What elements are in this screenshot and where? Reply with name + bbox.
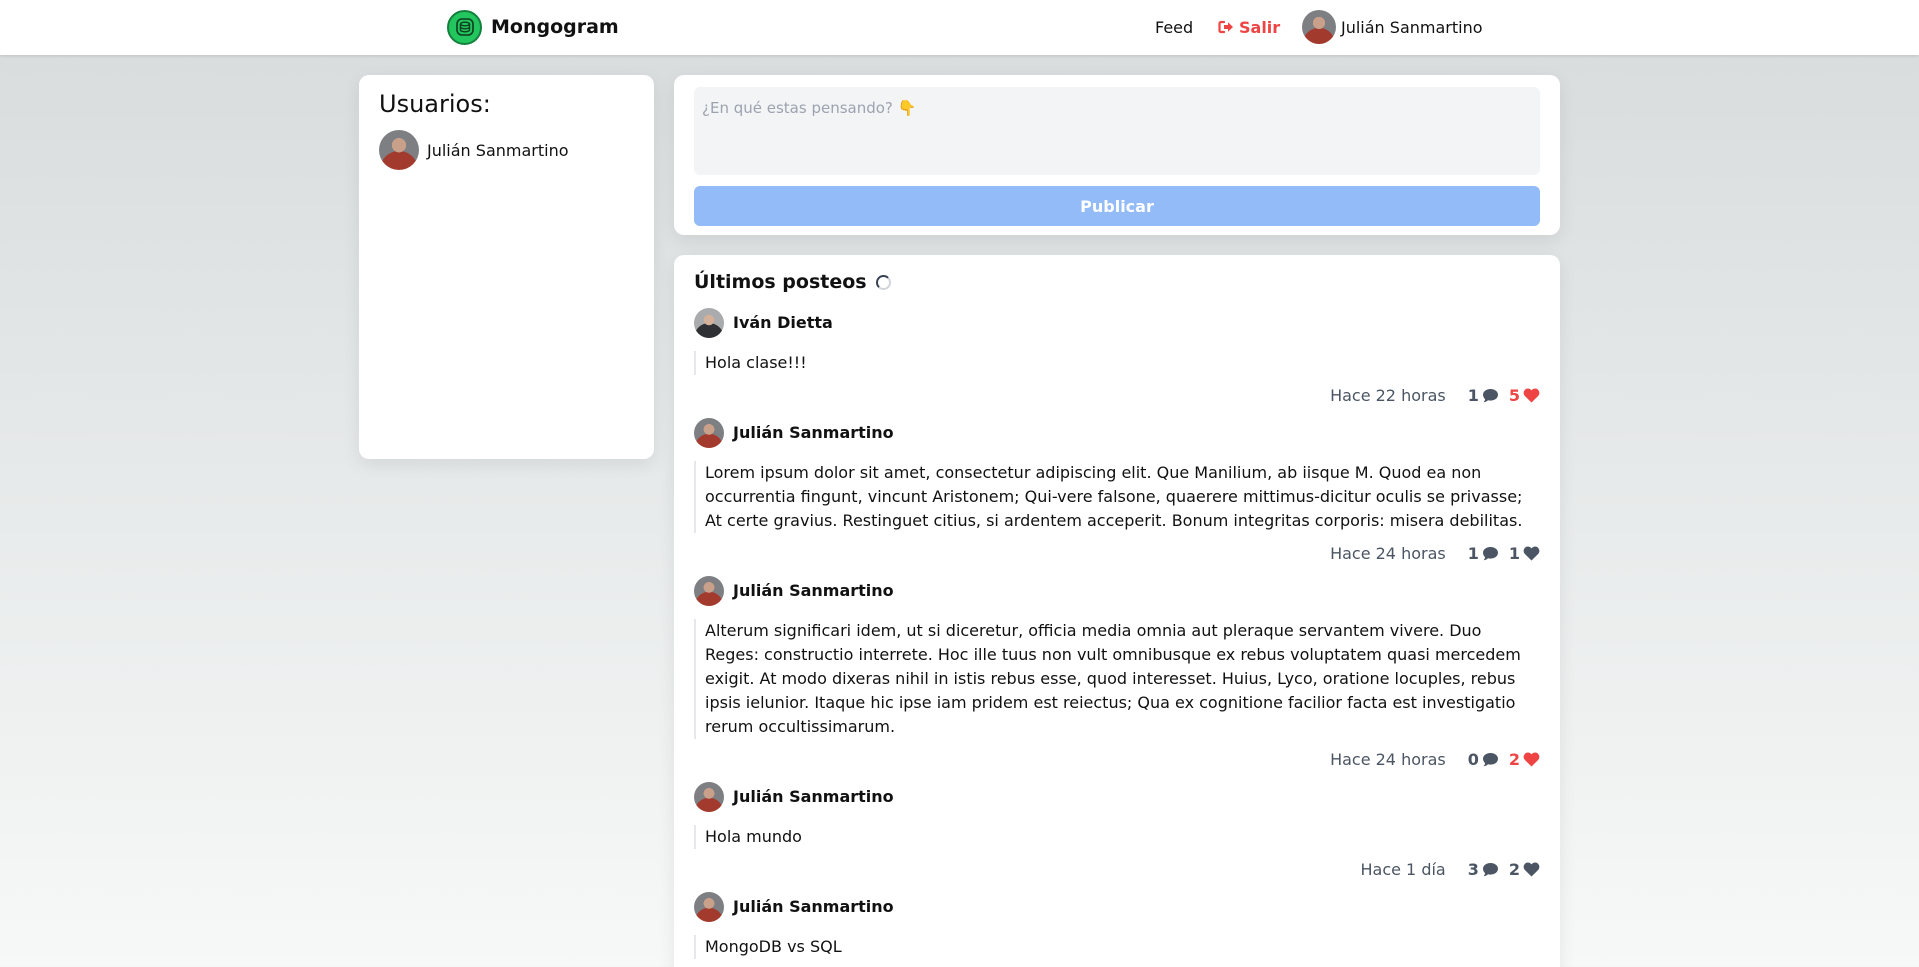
brand-name: Mongogram — [491, 16, 619, 38]
post-body: Hola mundo — [694, 825, 1540, 849]
comment-count-button[interactable]: 3 — [1468, 860, 1499, 879]
post-header: Julián Sanmartino — [694, 417, 1540, 448]
user-name: Julián Sanmartino — [427, 140, 569, 160]
post-header: Julián Sanmartino — [694, 781, 1540, 812]
loading-spinner-icon — [875, 274, 891, 290]
heart-icon — [1523, 752, 1540, 766]
nav-user-name: Julián Sanmartino — [1341, 17, 1483, 37]
feed-title-text: Últimos posteos — [694, 271, 867, 293]
avatar — [1302, 10, 1336, 44]
avatar — [694, 417, 724, 448]
avatar — [694, 781, 724, 812]
brand-link[interactable]: Mongogram — [447, 9, 619, 45]
comment-count: 0 — [1467, 749, 1479, 769]
top-navbar: Mongogram Feed Salir Julián Sanmartino — [0, 0, 1919, 55]
comment-icon — [1482, 862, 1498, 876]
post-footer: Hace 1 día 3 2 — [694, 857, 1540, 881]
post-item: Julián Sanmartino Lorem ipsum dolor sit … — [694, 417, 1540, 565]
post-list: Iván Dietta Hola clase!!! Hace 22 horas … — [694, 307, 1540, 959]
nav-feed-link[interactable]: Feed — [1155, 10, 1193, 44]
comment-count-button[interactable]: 0 — [1468, 750, 1499, 769]
avatar — [694, 891, 724, 922]
post-body: MongoDB vs SQL — [694, 935, 1540, 959]
post-item: Julián Sanmartino MongoDB vs SQL — [694, 891, 1540, 959]
comment-icon — [1482, 752, 1498, 766]
post-composer: Publicar — [674, 75, 1560, 235]
post-header: Iván Dietta — [694, 307, 1540, 338]
avatar — [694, 307, 724, 338]
post-header: Julián Sanmartino — [694, 891, 1540, 922]
post-author[interactable]: Julián Sanmartino — [733, 787, 894, 806]
post-author[interactable]: Julián Sanmartino — [733, 897, 894, 916]
heart-icon — [1523, 388, 1540, 402]
post-footer: Hace 24 horas 0 2 — [694, 747, 1540, 771]
nav-user-profile[interactable]: Julián Sanmartino — [1302, 10, 1483, 44]
comment-count: 1 — [1467, 385, 1479, 405]
avatar — [379, 130, 419, 170]
comment-count-button[interactable]: 1 — [1468, 544, 1499, 563]
post-body: Hola clase!!! — [694, 351, 1540, 375]
sign-out-icon — [1218, 20, 1233, 34]
comment-icon — [1482, 546, 1498, 560]
users-title: Usuarios: — [379, 90, 491, 118]
post-timestamp: Hace 22 horas — [1330, 385, 1446, 405]
post-footer: Hace 22 horas 1 5 — [694, 383, 1540, 407]
post-author[interactable]: Julián Sanmartino — [733, 581, 894, 600]
user-list-item[interactable]: Julián Sanmartino — [379, 130, 634, 170]
comment-count: 3 — [1467, 859, 1479, 879]
like-button[interactable]: 1 — [1509, 544, 1540, 563]
post-item: Julián Sanmartino Hola mundo Hace 1 día … — [694, 781, 1540, 881]
users-panel: Usuarios: Julián Sanmartino — [359, 75, 654, 459]
logout-button[interactable]: Salir — [1218, 10, 1280, 44]
like-button[interactable]: 5 — [1509, 386, 1540, 405]
comment-count-button[interactable]: 1 — [1468, 386, 1499, 405]
post-header: Julián Sanmartino — [694, 575, 1540, 606]
feed-title: Últimos posteos — [694, 267, 1540, 297]
post-item: Iván Dietta Hola clase!!! Hace 22 horas … — [694, 307, 1540, 407]
like-count: 2 — [1508, 749, 1520, 769]
post-timestamp: Hace 24 horas — [1330, 543, 1446, 563]
post-author[interactable]: Iván Dietta — [733, 313, 833, 332]
like-count: 5 — [1508, 385, 1520, 405]
like-count: 2 — [1508, 859, 1520, 879]
feed-panel: Últimos posteos Iván Dietta Hola clase!!… — [674, 255, 1560, 967]
post-timestamp: Hace 1 día — [1360, 859, 1446, 879]
like-button[interactable]: 2 — [1509, 860, 1540, 879]
post-footer: Hace 24 horas 1 1 — [694, 541, 1540, 565]
avatar — [694, 575, 724, 606]
like-count: 1 — [1508, 543, 1520, 563]
database-icon — [447, 9, 482, 45]
post-body: Lorem ipsum dolor sit amet, consectetur … — [694, 461, 1540, 533]
heart-icon — [1523, 862, 1540, 876]
heart-icon — [1523, 546, 1540, 560]
logout-label: Salir — [1239, 17, 1281, 37]
publish-button[interactable]: Publicar — [694, 186, 1540, 226]
post-author[interactable]: Julián Sanmartino — [733, 423, 894, 442]
post-timestamp: Hace 24 horas — [1330, 749, 1446, 769]
post-input[interactable] — [694, 87, 1540, 175]
comment-count: 1 — [1467, 543, 1479, 563]
post-item: Julián Sanmartino Alterum significari id… — [694, 575, 1540, 771]
post-body: Alterum significari idem, ut si diceretu… — [694, 619, 1540, 739]
like-button[interactable]: 2 — [1509, 750, 1540, 769]
comment-icon — [1482, 388, 1498, 402]
